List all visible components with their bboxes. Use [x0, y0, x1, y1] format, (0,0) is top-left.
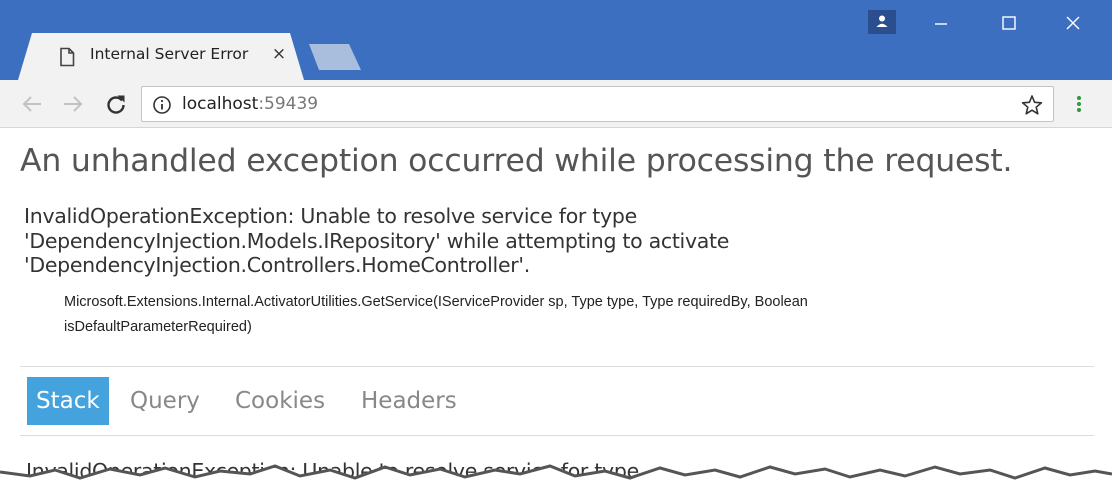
tab-title: Internal Server Error — [90, 45, 249, 63]
url-text[interactable]: localhost:59439 — [182, 94, 318, 114]
menu-button[interactable] — [1068, 92, 1090, 116]
exception-location-line: isDefaultParameterRequired) — [64, 319, 252, 335]
maximize-button[interactable] — [986, 8, 1032, 38]
divider — [20, 366, 1094, 367]
address-bar[interactable]: localhost:59439 — [141, 86, 1054, 122]
url-port: :59439 — [258, 94, 319, 114]
profile-button[interactable] — [868, 10, 896, 34]
exception-message-line: 'DependencyInjection.Controllers.HomeCon… — [24, 253, 530, 277]
tab-query[interactable]: Query — [130, 377, 200, 425]
reload-button[interactable] — [103, 92, 129, 116]
tab-cookies[interactable]: Cookies — [235, 377, 325, 425]
back-arrow-icon — [22, 96, 41, 112]
exception-message-line: 'DependencyInjection.Models.IRepository'… — [24, 228, 730, 253]
tab-headers[interactable]: Headers — [361, 377, 457, 425]
info-icon[interactable] — [152, 95, 172, 115]
close-window-button[interactable] — [1050, 8, 1096, 38]
exception-message-line: InvalidOperationException: Unable to res… — [24, 204, 637, 228]
tab-close-button[interactable]: × — [268, 43, 290, 65]
tab-stack[interactable]: Stack — [27, 377, 109, 425]
menu-icon — [1077, 96, 1081, 112]
error-title: An unhandled exception occurred while pr… — [20, 143, 1013, 179]
browser-tab[interactable]: Internal Server Error × — [18, 33, 304, 80]
page-icon — [60, 47, 75, 67]
close-icon — [1066, 16, 1080, 30]
exception-message: InvalidOperationException: Unable to res… — [24, 204, 1084, 278]
exception-location: Microsoft.Extensions.Internal.ActivatorU… — [64, 290, 1044, 340]
browser-toolbar: localhost:59439 — [0, 80, 1112, 128]
maximize-icon — [1002, 16, 1016, 30]
forward-button[interactable] — [60, 92, 86, 116]
reload-icon — [107, 95, 125, 114]
forward-arrow-icon — [64, 96, 83, 112]
minimize-icon — [935, 23, 947, 25]
star-icon[interactable] — [1021, 94, 1043, 116]
url-host: localhost — [182, 94, 259, 114]
profile-icon — [876, 15, 888, 27]
new-tab-button[interactable] — [309, 44, 361, 70]
minimize-button[interactable] — [918, 8, 964, 38]
back-button[interactable] — [20, 92, 46, 116]
torn-edge-decoration — [0, 464, 1112, 501]
exception-location-line: Microsoft.Extensions.Internal.ActivatorU… — [64, 294, 808, 310]
browser-titlebar: Internal Server Error × — [0, 0, 1112, 80]
